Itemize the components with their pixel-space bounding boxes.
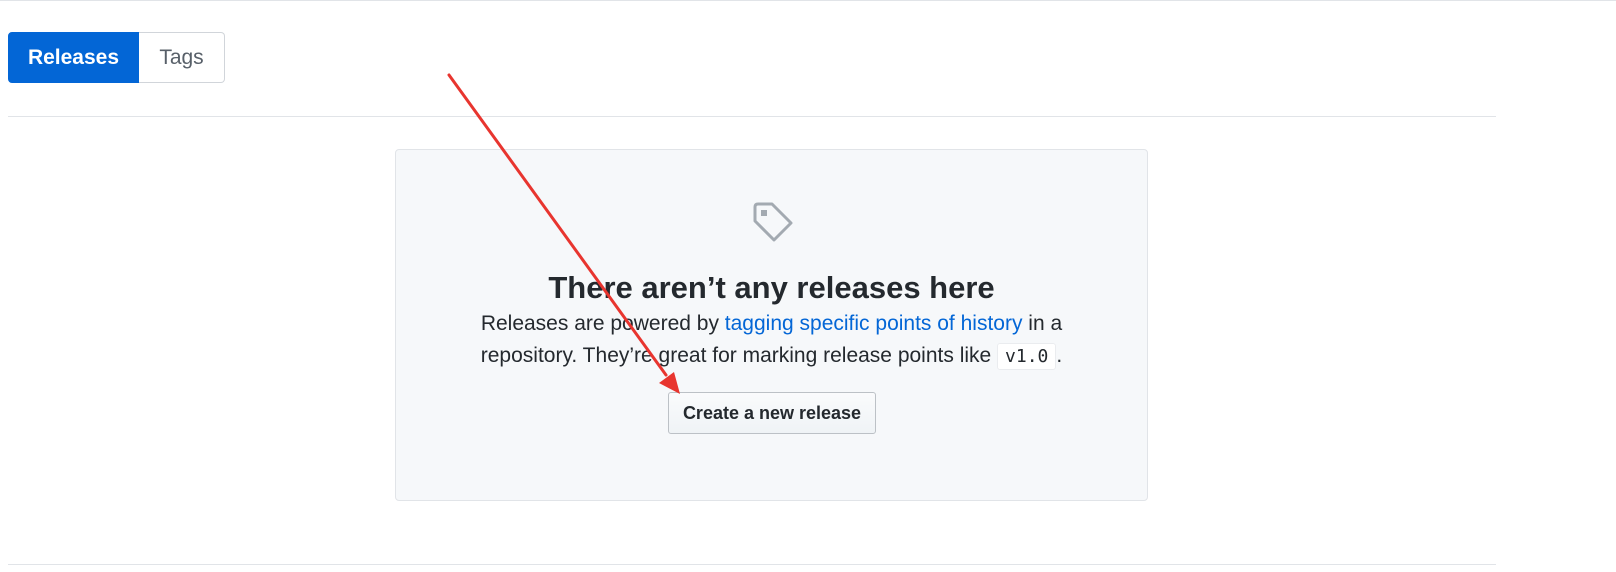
releases-subnav: Releases Tags [8,32,225,83]
tag-icon [753,202,793,242]
description-text-1: Releases are powered by [480,312,725,335]
version-code: v1.0 [997,343,1057,370]
footer-divider [8,564,1496,565]
empty-releases-blankslate: There aren’t any releases here Releases … [395,149,1148,501]
header-divider [8,116,1496,117]
empty-state-description: Releases are powered by tagging specific… [462,308,1082,373]
tagging-history-link[interactable]: tagging specific points of history [725,312,1023,335]
releases-page: Releases Tags There aren’t any releases … [0,0,1616,572]
tab-releases[interactable]: Releases [8,32,139,83]
description-text-end: . [1056,344,1063,367]
tab-tags[interactable]: Tags [139,32,225,83]
empty-state-title: There aren’t any releases here [548,270,995,305]
create-new-release-button[interactable]: Create a new release [668,392,876,434]
top-border [0,0,1616,1]
